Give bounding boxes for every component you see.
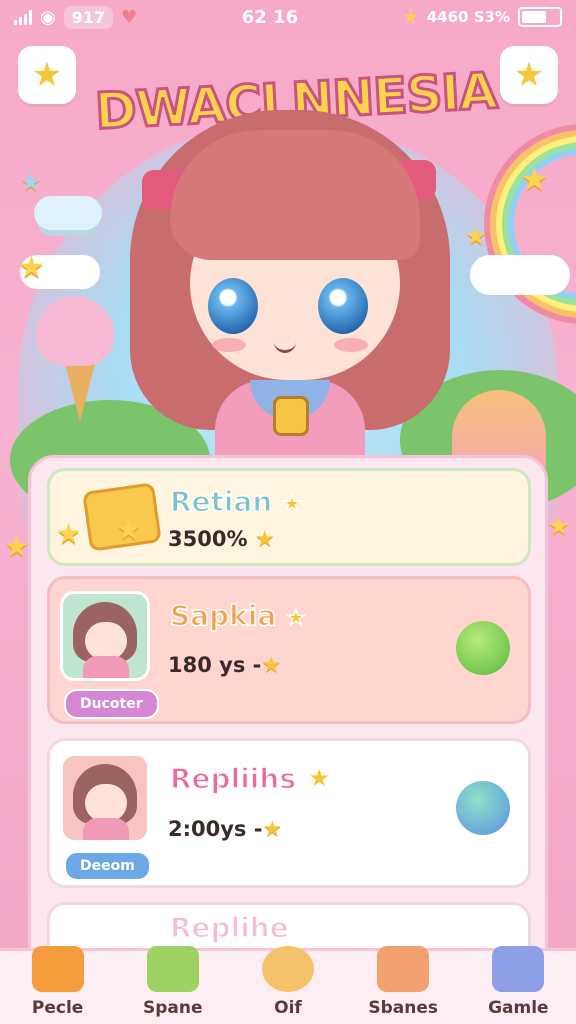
- signal-icon: [14, 9, 32, 25]
- cloud: [470, 255, 570, 295]
- card-value: 180 ys -★: [168, 653, 282, 678]
- avatar: [60, 591, 150, 681]
- star-icon: ★: [4, 530, 30, 563]
- nav-label: Sbanes: [368, 998, 438, 1018]
- nav-item-sbanes[interactable]: Sbanes: [355, 946, 451, 1018]
- status-right-text: 4460 S3%: [426, 8, 510, 26]
- house-icon: [31, 946, 84, 992]
- character-blush-right: [334, 338, 368, 352]
- list-item[interactable]: Deeom Repliihs ★ 2:00ys -★: [47, 738, 531, 888]
- nav-label: Spane: [143, 998, 203, 1018]
- card-value: 3500% ★: [168, 527, 275, 552]
- nav-item-game[interactable]: Gamle: [470, 946, 566, 1018]
- bottom-nav: Pecle Spane Oif Sbanes Gamle: [0, 946, 576, 1024]
- character-bangs: [170, 130, 420, 260]
- role-badge: Deeom: [64, 851, 151, 881]
- game-cube-icon: [492, 946, 545, 992]
- star-icon: ★: [18, 250, 45, 285]
- microphone-icon: [146, 946, 199, 992]
- star-icon: ★: [465, 222, 487, 250]
- card-value: 2:00ys -★: [168, 817, 283, 842]
- star-icon: ★: [116, 513, 142, 546]
- avatar: [60, 753, 150, 843]
- star-icon: ★: [520, 160, 549, 198]
- nav-item-home[interactable]: Pecle: [10, 946, 106, 1018]
- nav-item-spane[interactable]: Spane: [125, 946, 221, 1018]
- character-list-panel: ★ ★ Retian ★ 3500% ★ Ducoter Sapkia ★ 18…: [28, 455, 548, 975]
- character-eye-left: [208, 278, 258, 334]
- role-badge: Ducoter: [64, 689, 159, 719]
- green-apple-icon[interactable]: [456, 621, 510, 675]
- star-menu-button-left[interactable]: ★: [18, 46, 76, 104]
- card-name: Replihe: [169, 910, 289, 945]
- status-time: 62 16: [241, 6, 299, 28]
- battery-icon: [518, 7, 562, 27]
- cookie-icon: [261, 946, 314, 992]
- card-name: Retian ★: [169, 484, 302, 519]
- status-left-text: 917: [63, 5, 114, 29]
- character-blush-left: [212, 338, 246, 352]
- egg-pet-icon[interactable]: [456, 781, 510, 835]
- gold-badge-icon: [273, 396, 309, 436]
- star-menu-button-right[interactable]: ★: [500, 46, 558, 104]
- nav-item-oif[interactable]: Oif: [240, 946, 336, 1018]
- wifi-icon: ◉: [40, 6, 56, 28]
- gift-box-icon: [377, 946, 430, 992]
- nav-label: Gamle: [488, 998, 549, 1018]
- star-icon: ★: [56, 517, 82, 550]
- nav-label: Oif: [274, 998, 302, 1018]
- ice-cream-icon: [36, 296, 114, 366]
- star-icon: ★: [402, 6, 419, 28]
- list-item[interactable]: ★ ★ Retian ★ 3500% ★: [47, 468, 531, 566]
- card-name: Sapkia ★: [169, 598, 306, 633]
- card-name: Repliihs ★: [169, 760, 333, 797]
- list-item[interactable]: Ducoter Sapkia ★ 180 ys -★: [47, 576, 531, 724]
- star-icon: ★: [548, 512, 570, 540]
- nav-label: Pecle: [31, 998, 84, 1018]
- character-eye-right: [318, 278, 368, 334]
- ufo-decoration: [34, 196, 102, 230]
- status-bar: ◉ 917 ♥ 62 16 ★ 4460 S3%: [0, 0, 576, 34]
- star-icon: ★: [20, 168, 42, 196]
- heart-icon: ♥: [121, 6, 138, 28]
